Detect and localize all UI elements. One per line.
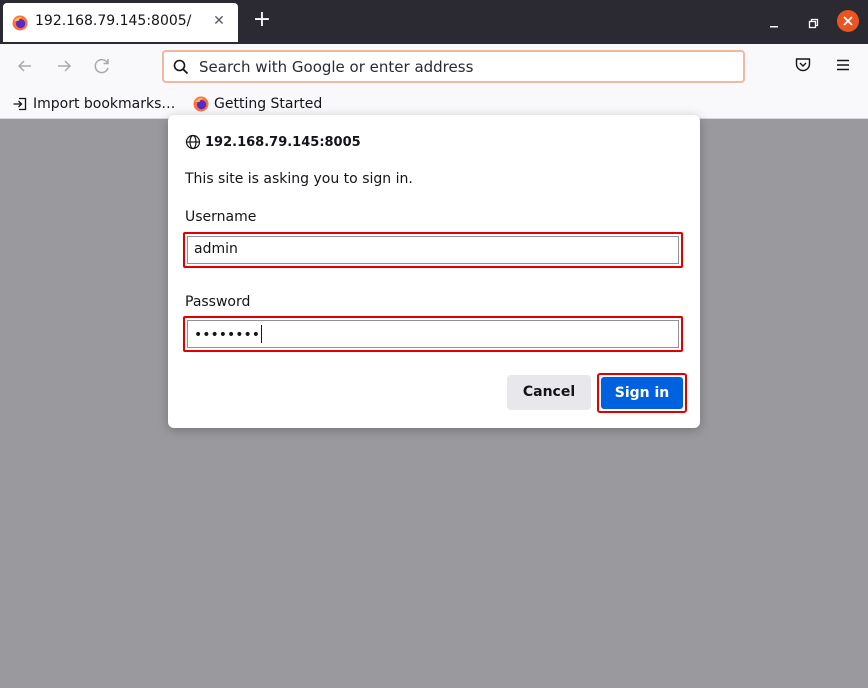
url-placeholder: Search with Google or enter address bbox=[199, 58, 474, 76]
search-icon bbox=[173, 59, 189, 75]
cancel-button[interactable]: Cancel bbox=[507, 375, 591, 410]
firefox-icon bbox=[193, 96, 209, 112]
browser-tab[interactable]: 192.168.79.145:8005/ ✕ bbox=[3, 3, 238, 42]
password-field[interactable]: •••••••• bbox=[183, 316, 683, 352]
bookmark-label: Import bookmarks… bbox=[33, 96, 176, 112]
globe-icon bbox=[185, 134, 201, 150]
arrow-right-icon[interactable] bbox=[52, 54, 76, 78]
bookmark-getting-started[interactable]: Getting Started bbox=[193, 94, 322, 114]
firefox-icon bbox=[12, 15, 28, 31]
tab-strip: 192.168.79.145:8005/ ✕ + bbox=[0, 0, 868, 44]
plus-icon[interactable]: + bbox=[250, 9, 274, 33]
password-label: Password bbox=[185, 294, 251, 310]
restore-icon[interactable] bbox=[803, 14, 823, 34]
hamburger-icon[interactable] bbox=[833, 55, 853, 75]
dialog-origin: 192.168.79.145:8005 bbox=[185, 134, 361, 150]
window-close-button[interactable] bbox=[837, 10, 859, 32]
username-input-box bbox=[187, 236, 679, 264]
import-icon bbox=[13, 97, 27, 111]
bookmark-import[interactable]: Import bookmarks… bbox=[12, 94, 175, 114]
username-value: admin bbox=[194, 241, 238, 257]
pocket-icon[interactable] bbox=[793, 55, 813, 75]
dialog-origin-text: 192.168.79.145:8005 bbox=[205, 134, 361, 150]
reload-icon[interactable] bbox=[90, 54, 114, 78]
close-icon bbox=[843, 16, 853, 26]
dialog-message: This site is asking you to sign in. bbox=[185, 171, 413, 187]
minimize-icon[interactable] bbox=[764, 14, 784, 34]
url-bar[interactable]: Search with Google or enter address bbox=[162, 50, 745, 83]
tab-title: 192.168.79.145:8005/ bbox=[35, 13, 192, 29]
password-value: •••••••• bbox=[194, 327, 261, 343]
bookmark-label: Getting Started bbox=[214, 96, 323, 112]
text-caret bbox=[261, 325, 263, 343]
password-value-wrap: •••••••• bbox=[194, 325, 263, 343]
arrow-left-icon[interactable] bbox=[13, 54, 37, 78]
signin-button[interactable]: Sign in bbox=[601, 377, 683, 409]
close-icon[interactable]: ✕ bbox=[210, 12, 228, 30]
username-field[interactable]: admin bbox=[183, 232, 683, 268]
username-label: Username bbox=[185, 209, 257, 225]
auth-dialog: 192.168.79.145:8005 This site is asking … bbox=[168, 115, 700, 428]
